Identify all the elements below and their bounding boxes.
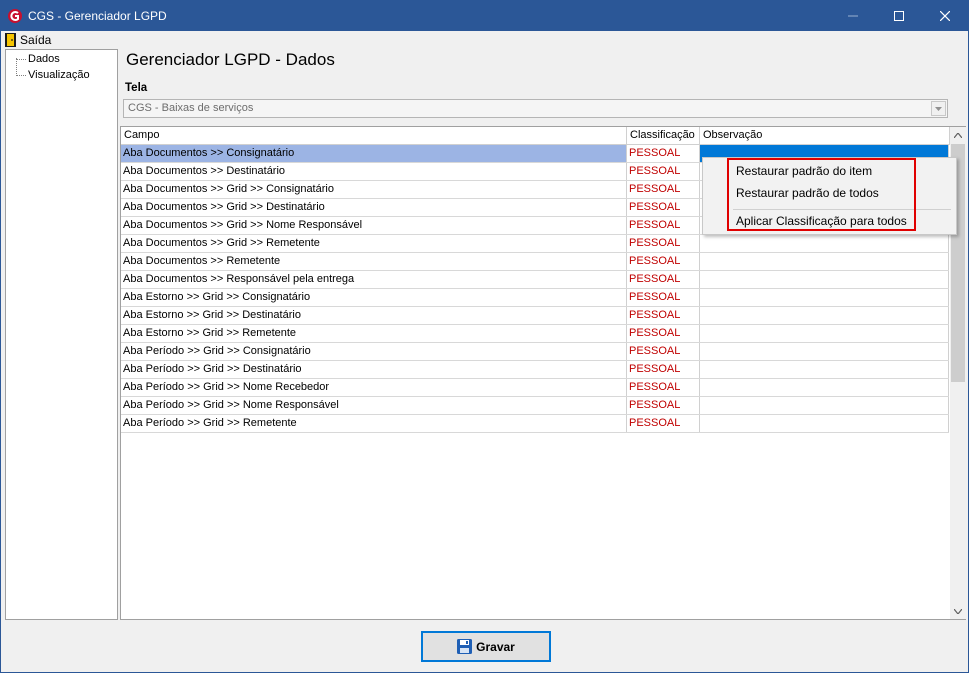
cell-classificacao[interactable]: PESSOAL — [627, 415, 700, 432]
tela-label: Tela — [125, 82, 148, 94]
cell-campo[interactable]: Aba Documentos >> Destinatário — [121, 163, 627, 180]
cell-classificacao[interactable]: PESSOAL — [627, 397, 700, 414]
table-row[interactable]: Aba Documentos >> Responsável pela entre… — [121, 271, 949, 289]
cell-classificacao[interactable]: PESSOAL — [627, 253, 700, 270]
menu-saida[interactable]: Saída — [5, 32, 51, 47]
cell-observacao[interactable] — [700, 361, 949, 378]
cell-observacao[interactable] — [700, 307, 949, 324]
annotation-highlight-box — [727, 158, 916, 231]
column-header-campo[interactable]: Campo — [121, 127, 627, 145]
window-title: CGS - Gerenciador LGPD — [28, 9, 167, 23]
tree-connector — [16, 75, 26, 76]
cell-campo[interactable]: Aba Documentos >> Grid >> Nome Responsáv… — [121, 217, 627, 234]
cell-observacao[interactable] — [700, 397, 949, 414]
chevron-down-icon — [935, 106, 942, 111]
cell-campo[interactable]: Aba Documentos >> Responsável pela entre… — [121, 271, 627, 288]
cell-campo[interactable]: Aba Período >> Grid >> Remetente — [121, 415, 627, 432]
navigation-tree: Dados Visualização — [5, 49, 118, 620]
column-header-observacao[interactable]: Observação — [700, 127, 950, 145]
minimize-icon — [848, 15, 858, 17]
cell-classificacao[interactable]: PESSOAL — [627, 271, 700, 288]
chevron-down-icon — [954, 608, 962, 614]
cell-classificacao[interactable]: PESSOAL — [627, 379, 700, 396]
cell-observacao[interactable] — [700, 379, 949, 396]
table-row[interactable]: Aba Período >> Grid >> Destinatário PESS… — [121, 361, 949, 379]
cell-observacao[interactable] — [700, 289, 949, 306]
scroll-down-button[interactable] — [950, 603, 966, 619]
cell-classificacao[interactable]: PESSOAL — [627, 163, 700, 180]
cell-classificacao[interactable]: PESSOAL — [627, 235, 700, 252]
cell-campo[interactable]: Aba Documentos >> Remetente — [121, 253, 627, 270]
tela-select[interactable]: CGS - Baixas de serviços — [123, 99, 948, 118]
cell-observacao[interactable] — [700, 271, 949, 288]
cell-campo[interactable]: Aba Documentos >> Grid >> Consignatário — [121, 181, 627, 198]
menu-saida-label: Saída — [20, 32, 52, 47]
cell-campo[interactable]: Aba Documentos >> Consignatário — [121, 145, 627, 162]
table-row[interactable]: Aba Estorno >> Grid >> Destinatário PESS… — [121, 307, 949, 325]
close-icon — [940, 11, 950, 21]
cell-campo[interactable]: Aba Estorno >> Grid >> Consignatário — [121, 289, 627, 306]
table-row[interactable]: Aba Período >> Grid >> Consignatário PES… — [121, 343, 949, 361]
exit-door-icon — [5, 32, 16, 47]
cell-campo[interactable]: Aba Período >> Grid >> Nome Recebedor — [121, 379, 627, 396]
cell-campo[interactable]: Aba Documentos >> Grid >> Destinatário — [121, 199, 627, 216]
table-row[interactable]: Aba Período >> Grid >> Nome Responsável … — [121, 397, 949, 415]
cell-observacao[interactable] — [700, 325, 949, 342]
table-row[interactable]: Aba Estorno >> Grid >> Remetente PESSOAL — [121, 325, 949, 343]
cell-classificacao[interactable]: PESSOAL — [627, 307, 700, 324]
main-window: CGS - Gerenciador LGPD Saída Dados Visua… — [0, 0, 969, 673]
close-button[interactable] — [922, 1, 968, 31]
cell-classificacao[interactable]: PESSOAL — [627, 343, 700, 360]
menu-bar: Saída — [1, 31, 968, 48]
floppy-disk-icon — [457, 639, 473, 654]
tree-connector — [16, 58, 17, 76]
tree-item-label: Visualização — [28, 69, 90, 81]
minimize-button[interactable] — [830, 1, 876, 31]
cell-classificacao[interactable]: PESSOAL — [627, 361, 700, 378]
app-logo-icon — [8, 9, 22, 23]
maximize-button[interactable] — [876, 1, 922, 31]
cell-classificacao[interactable]: PESSOAL — [627, 325, 700, 342]
page-title: Gerenciador LGPD - Dados — [126, 50, 335, 69]
cell-classificacao[interactable]: PESSOAL — [627, 199, 700, 216]
table-row[interactable]: Aba Documentos >> Remetente PESSOAL — [121, 253, 949, 271]
maximize-icon — [894, 11, 904, 21]
table-row[interactable]: Aba Estorno >> Grid >> Consignatário PES… — [121, 289, 949, 307]
cell-observacao[interactable] — [700, 253, 949, 270]
cell-classificacao[interactable]: PESSOAL — [627, 217, 700, 234]
cell-campo[interactable]: Aba Período >> Grid >> Nome Responsável — [121, 397, 627, 414]
tree-connector — [16, 59, 26, 60]
cell-classificacao[interactable]: PESSOAL — [627, 289, 700, 306]
tela-select-value: CGS - Baixas de serviços — [128, 102, 254, 114]
chevron-up-icon — [954, 132, 962, 138]
tree-item-label: Dados — [28, 53, 60, 65]
table-row[interactable]: Aba Período >> Grid >> Remetente PESSOAL — [121, 415, 949, 433]
save-button-label: Gravar — [476, 639, 515, 654]
cell-campo[interactable]: Aba Documentos >> Grid >> Remetente — [121, 235, 627, 252]
cell-campo[interactable]: Aba Estorno >> Grid >> Destinatário — [121, 307, 627, 324]
table-row[interactable]: Aba Documentos >> Grid >> Remetente PESS… — [121, 235, 949, 253]
cell-campo[interactable]: Aba Estorno >> Grid >> Remetente — [121, 325, 627, 342]
cell-classificacao[interactable]: PESSOAL — [627, 145, 700, 162]
table-row[interactable]: Aba Período >> Grid >> Nome Recebedor PE… — [121, 379, 949, 397]
cell-campo[interactable]: Aba Período >> Grid >> Destinatário — [121, 361, 627, 378]
grid-header: Campo Classificação Observação — [121, 127, 950, 145]
save-button[interactable]: Gravar — [421, 631, 551, 662]
cell-observacao[interactable] — [700, 343, 949, 360]
column-header-classificacao[interactable]: Classificação — [627, 127, 700, 145]
title-bar[interactable]: CGS - Gerenciador LGPD — [1, 1, 968, 31]
cell-observacao[interactable] — [700, 415, 949, 432]
scroll-up-button[interactable] — [950, 127, 966, 143]
cell-observacao[interactable] — [700, 235, 949, 252]
tela-dropdown-button[interactable] — [931, 101, 946, 116]
cell-classificacao[interactable]: PESSOAL — [627, 181, 700, 198]
cell-campo[interactable]: Aba Período >> Grid >> Consignatário — [121, 343, 627, 360]
